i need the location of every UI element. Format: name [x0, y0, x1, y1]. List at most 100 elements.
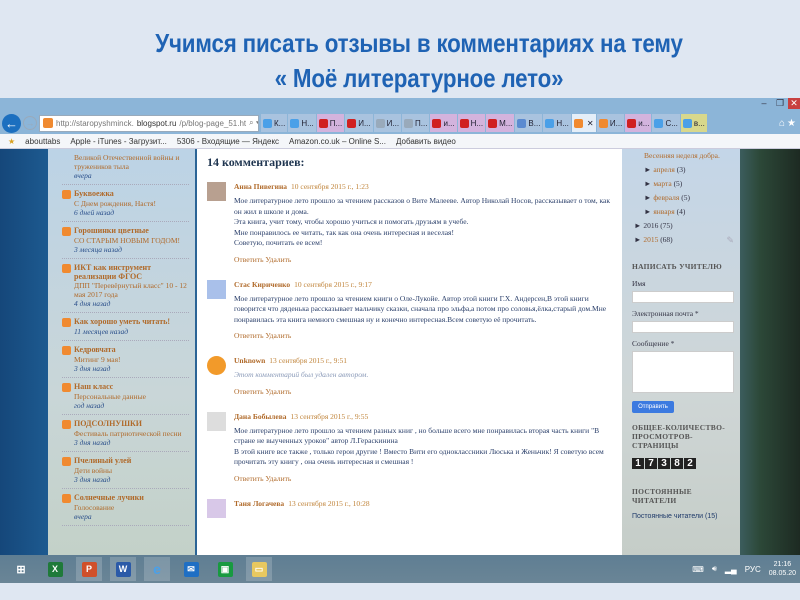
delete-link[interactable]: Удалить [265, 331, 291, 340]
archive-month[interactable]: ► января (4) [644, 207, 734, 216]
blog-name[interactable]: ПОДСОЛНУШКИ [74, 419, 142, 429]
favorites-star-icon[interactable]: ★ [8, 137, 15, 146]
expand-triangle-icon[interactable]: ► [644, 193, 653, 202]
avatar[interactable] [207, 498, 226, 518]
browser-tab[interactable]: К... [261, 114, 288, 132]
favorite-link[interactable]: Amazon.co.uk – Online S... [289, 137, 386, 146]
back-button[interactable]: ← [2, 113, 21, 133]
browser-tab[interactable]: и... [625, 114, 652, 132]
reply-link[interactable]: Ответить [234, 255, 264, 264]
blog-post-link[interactable]: Голосование [74, 503, 189, 512]
restore-button[interactable]: ❐ [772, 98, 788, 109]
blog-name[interactable]: Кедровчата [74, 345, 116, 355]
followers-link[interactable]: Постоянные читатели (15) [632, 513, 734, 520]
blog-post-link[interactable]: Дети войны [74, 466, 189, 475]
comment-date[interactable]: 13 сентября 2015 г., 10:28 [288, 499, 369, 508]
close-button[interactable]: ✕ [788, 98, 800, 109]
minimize-button[interactable]: – [756, 98, 772, 109]
word-icon[interactable]: W [110, 557, 136, 581]
search-icon[interactable]: ⌕ ▾ ↻ [249, 118, 258, 128]
delete-link[interactable]: Удалить [265, 474, 291, 483]
blog-post-link[interactable]: Персональные данные [74, 392, 189, 401]
comment-date[interactable]: 10 сентября 2015 г., 1:23 [291, 182, 369, 191]
archive-month[interactable]: ► февраля (5) [644, 193, 734, 202]
avatar[interactable] [207, 356, 226, 375]
language-indicator[interactable]: РУС [745, 565, 761, 574]
excel-icon[interactable]: X [42, 557, 68, 581]
archive-month-name[interactable]: января [653, 207, 674, 216]
browser-tab[interactable]: В... [515, 114, 543, 132]
browser-tab[interactable]: П... [402, 114, 430, 132]
name-input[interactable] [632, 291, 734, 303]
send-button[interactable]: Отправить [632, 401, 674, 413]
blog-post-link[interactable]: С Днем рождения, Настя! [74, 199, 189, 208]
reply-link[interactable]: Ответить [234, 474, 264, 483]
archive-post-link[interactable]: Весенняя неделя добра. [644, 151, 734, 160]
comment-date[interactable]: 10 сентября 2015 г., 9:17 [294, 280, 372, 289]
expand-triangle-icon[interactable]: ► [644, 207, 653, 216]
comment-date[interactable]: 13 сентября 2015 г., 9:55 [291, 412, 369, 421]
blog-post-link[interactable]: СО СТАРЫМ НОВЫМ ГОДОМ! [74, 236, 189, 245]
archive-month-name[interactable]: марта [653, 179, 671, 188]
browser-tab[interactable]: И... [373, 114, 402, 132]
archive-year-name[interactable]: 2015 [643, 235, 658, 244]
tab-close-icon[interactable]: ✕ [587, 119, 594, 128]
blog-name[interactable]: ИКТ как инструмент реализации ФГОС [74, 263, 189, 281]
archive-month-name[interactable]: апреля [653, 165, 675, 174]
browser-tab[interactable]: и... [430, 114, 457, 132]
blog-name[interactable]: Горошинки цветные [74, 226, 149, 236]
network-icon[interactable]: ▂▄ [725, 565, 737, 574]
powerpoint-icon[interactable]: P [76, 557, 102, 581]
message-textarea[interactable] [632, 351, 734, 393]
blog-name[interactable]: Буквоежка [74, 189, 114, 199]
browser-tab[interactable]: Н... [288, 114, 316, 132]
home-icon[interactable]: ⌂ [779, 118, 785, 129]
email-input[interactable] [632, 321, 734, 333]
reply-link[interactable]: Ответить [234, 331, 264, 340]
browser-tab[interactable]: ✕ [571, 114, 596, 132]
archive-month-name[interactable]: февраля [653, 193, 679, 202]
archive-month[interactable]: ► марта (5) [644, 179, 734, 188]
blog-post-link[interactable]: Митинг 9 мая! [74, 355, 189, 364]
avatar[interactable] [207, 279, 226, 299]
blog-name[interactable]: Как хорошо уметь читать! [74, 317, 170, 327]
address-bar[interactable]: http://staropyshminck. blogspot.ru/p/blog… [39, 114, 259, 132]
archive-month[interactable]: ► апреля (3) [644, 165, 734, 174]
clock[interactable]: 21:16 08.05.20 [769, 560, 796, 578]
blog-post-link[interactable]: Фестиваль патриотической песни [74, 429, 189, 438]
avatar[interactable] [207, 182, 226, 201]
forward-button[interactable]: → [23, 116, 37, 130]
favorites-star-icon[interactable]: ★ [787, 118, 796, 129]
browser-tab[interactable]: Н... [457, 114, 486, 132]
reply-link[interactable]: Ответить [234, 387, 264, 396]
archive-year[interactable]: ► 2015 (68) ✎ [634, 235, 734, 246]
avatar[interactable] [207, 411, 226, 431]
comment-author[interactable]: Дана Бобылева [234, 412, 287, 421]
comment-date[interactable]: 13 сентября 2015 г., 9:51 [269, 356, 347, 365]
browser-tab[interactable]: Н... [543, 114, 571, 132]
browser-tab[interactable]: И... [345, 114, 373, 132]
favorite-link[interactable]: 5306 - Входящие — Яндекс [177, 137, 279, 146]
expand-triangle-icon[interactable]: ► [634, 221, 643, 230]
expand-triangle-icon[interactable]: ► [634, 235, 643, 244]
comment-author[interactable]: Стас Кириченко [234, 280, 290, 289]
blog-post-link[interactable]: ДПП "Перевёрнутый класс" 10 - 12 мая 201… [74, 281, 189, 299]
keyboard-icon[interactable]: ⌨ [692, 565, 704, 574]
browser-tab[interactable]: в... [680, 114, 707, 132]
archive-year[interactable]: ► 2016 (75) [634, 221, 734, 230]
file-explorer-icon[interactable]: ▭ [246, 557, 272, 581]
delete-link[interactable]: Удалить [265, 387, 291, 396]
comment-author[interactable]: Анна Пивегина [234, 182, 287, 191]
mail-icon[interactable]: ✉ [178, 557, 204, 581]
browser-tab[interactable]: С... [652, 114, 680, 132]
browser-tab[interactable]: П... [316, 114, 345, 132]
blog-name[interactable]: Солнечные лучики [74, 493, 144, 503]
delete-link[interactable]: Удалить [265, 255, 291, 264]
edit-wrench-icon[interactable]: ✎ [726, 235, 734, 246]
comment-author[interactable]: Таня Логачева [234, 499, 284, 508]
internet-explorer-icon[interactable]: e [144, 557, 170, 581]
browser-tab[interactable]: М... [486, 114, 515, 132]
favorite-link[interactable]: Добавить видео [396, 137, 456, 146]
start-button[interactable]: ⊞ [8, 557, 34, 581]
blog-post-link[interactable]: Великой Отечественной войны и тружеников… [74, 153, 189, 171]
